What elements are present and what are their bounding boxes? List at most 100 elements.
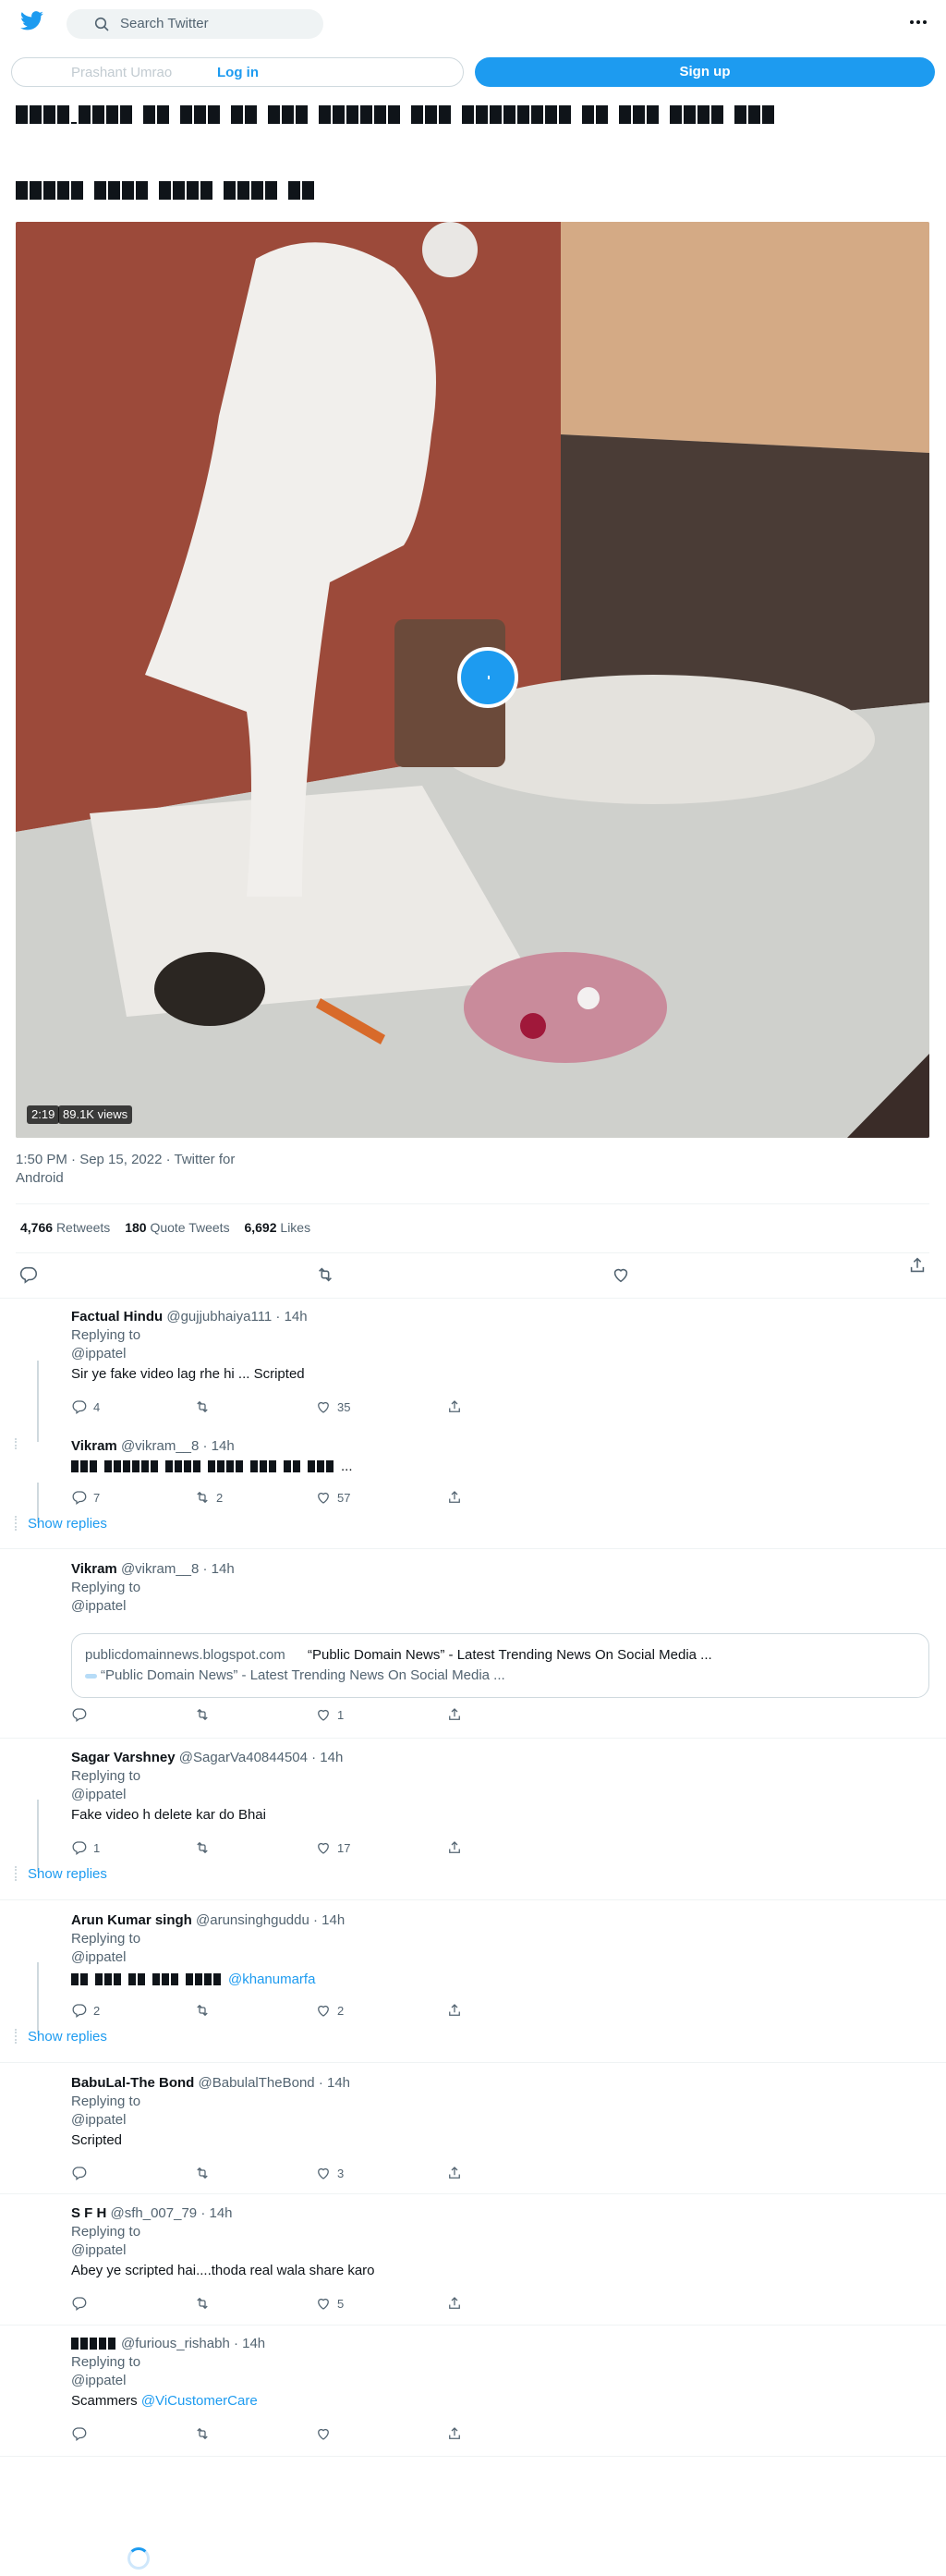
like-button[interactable]: 17 <box>315 1838 350 1857</box>
card-title: “Public Domain News” - Latest Trending N… <box>308 1647 712 1663</box>
replying-to-handle[interactable]: @ippatel <box>71 1949 126 1965</box>
reply-icon <box>72 1400 87 1414</box>
replying-to-handle[interactable]: @ippatel <box>71 1346 126 1361</box>
show-replies-link[interactable]: Show replies <box>28 1866 107 1882</box>
like-icon[interactable] <box>611 1264 631 1285</box>
like-button[interactable]: 3 <box>315 2164 344 2182</box>
login-button[interactable]: Log in <box>217 65 259 80</box>
reply-button[interactable] <box>71 2164 93 2182</box>
retweet-button[interactable] <box>194 2294 216 2313</box>
mention-link[interactable]: @khanumarfa <box>228 1972 315 1987</box>
share-button[interactable] <box>446 2424 463 2443</box>
reply-item[interactable]: Sagar Varshney @SagarVa40844504 · 14h Re… <box>0 1750 946 1888</box>
share-button[interactable] <box>446 1838 463 1857</box>
reply-item[interactable]: Factual Hindu @gujjubhaiya111 · 14h Repl… <box>0 1309 946 1442</box>
like-button[interactable] <box>315 2424 337 2443</box>
retweet-button[interactable] <box>194 1398 216 1416</box>
like-button[interactable]: 5 <box>315 2294 344 2313</box>
search-box[interactable]: Search Twitter <box>67 9 323 39</box>
reply-icon <box>72 2004 87 2018</box>
replying-to: Replying to <box>71 1768 141 1784</box>
reply-item[interactable]: @furious_rishabh · 14h Replying to @ippa… <box>0 2336 946 2456</box>
reply-button[interactable]: 2 <box>71 2001 100 2020</box>
divider <box>16 1252 929 1253</box>
reply-button[interactable]: 1 <box>71 1838 100 1857</box>
twitter-logo-icon[interactable] <box>20 11 44 31</box>
reply-button[interactable] <box>71 1705 93 1724</box>
replying-to-handle[interactable]: @ippatel <box>71 2112 126 2128</box>
like-button[interactable]: 1 <box>315 1705 344 1724</box>
thread-dots <box>15 1516 17 1531</box>
retweet-icon <box>197 1492 208 1503</box>
video-player[interactable]: 2:19 89.1K views <box>16 222 929 1138</box>
reply-author[interactable]: Vikram @vikram__8 · 14h <box>71 1438 235 1454</box>
share-button[interactable] <box>446 2294 463 2313</box>
play-button[interactable] <box>457 647 518 708</box>
reply-author[interactable]: @furious_rishabh · 14h <box>71 2336 265 2351</box>
share-button[interactable] <box>446 2164 463 2182</box>
link-icon <box>85 1673 97 1679</box>
retweet-button[interactable]: 2 <box>194 1488 223 1507</box>
mention-link[interactable]: @ViCustomerCare <box>141 2393 258 2409</box>
reply-button[interactable]: 7 <box>71 1488 100 1507</box>
share-button[interactable] <box>446 2001 463 2020</box>
replying-to-handle[interactable]: @ippatel <box>71 1598 126 1614</box>
share-button[interactable] <box>446 1705 463 1724</box>
likes-stat[interactable]: 6,692 Likes <box>244 1220 310 1235</box>
reply-text-glyphs: ... <box>71 1459 353 1473</box>
reply-icon <box>72 1841 87 1855</box>
replying-to: Replying to <box>71 2354 141 2370</box>
retweet-icon <box>197 2298 208 2309</box>
share-icon[interactable] <box>907 1255 928 1276</box>
reply-button[interactable] <box>71 2294 93 2313</box>
reply-author[interactable]: S F H @sfh_007_79 · 14h <box>71 2205 233 2221</box>
name-glyphs <box>71 2338 115 2350</box>
show-replies-link[interactable]: Show replies <box>28 1516 107 1532</box>
replying-to-handle[interactable]: @ippatel <box>71 2242 126 2258</box>
reply-author[interactable]: Vikram @vikram__8 · 14h <box>71 1561 235 1577</box>
reply-item[interactable]: S F H @sfh_007_79 · 14h Replying to @ipp… <box>0 2205 946 2326</box>
tweet-timestamp[interactable]: 1:50 PM · Sep 15, 2022 · Twitter for And… <box>16 1151 265 1188</box>
reply-item[interactable]: Vikram @vikram__8 · 14h ... 7 2 57 Show … <box>0 1438 946 1540</box>
reply-item[interactable]: Vikram @vikram__8 · 14h Replying to @ipp… <box>0 1561 946 1728</box>
like-button[interactable]: 2 <box>315 2001 344 2020</box>
top-bar: Search Twitter <box>0 0 946 46</box>
like-icon <box>318 2428 329 2440</box>
reply-item[interactable]: BabuLal-The Bond @BabulalTheBond · 14h R… <box>0 2075 946 2195</box>
retweet-button[interactable] <box>194 1705 216 1724</box>
more-options-icon[interactable] <box>907 11 929 33</box>
retweet-button[interactable] <box>194 2164 216 2182</box>
share-button[interactable] <box>446 1488 463 1507</box>
show-replies-link[interactable]: Show replies <box>28 2029 107 2045</box>
like-button[interactable]: 57 <box>315 1488 350 1507</box>
reply-button[interactable]: 4 <box>71 1398 100 1416</box>
signup-button[interactable]: Sign up <box>475 57 935 87</box>
replying-to-handle[interactable]: @ippatel <box>71 2373 126 2388</box>
retweet-icon <box>197 2005 208 2016</box>
retweet-button[interactable] <box>194 2424 216 2443</box>
reply-author[interactable]: Factual Hindu @gujjubhaiya111 · 14h <box>71 1309 308 1325</box>
retweet-icon[interactable] <box>315 1264 335 1285</box>
divider <box>16 1203 929 1204</box>
replying-to-handle[interactable]: @ippatel <box>71 1787 126 1802</box>
link-card[interactable]: publicdomainnews.blogspot.com “Public Do… <box>71 1633 929 1698</box>
like-button[interactable]: 35 <box>315 1398 350 1416</box>
reply-button[interactable] <box>71 2424 93 2443</box>
reply-author[interactable]: BabuLal-The Bond @BabulalTheBond · 14h <box>71 2075 350 2091</box>
retweet-button[interactable] <box>194 2001 216 2020</box>
glyph-word <box>462 105 571 124</box>
reply-author[interactable]: Sagar Varshney @SagarVa40844504 · 14h <box>71 1750 343 1765</box>
reply-actions: 2 2 <box>71 2001 478 2020</box>
share-button[interactable] <box>446 1398 463 1416</box>
quotes-stat[interactable]: 180 Quote Tweets <box>125 1220 229 1235</box>
reply-icon[interactable] <box>18 1264 39 1285</box>
reply-actions: 3 <box>71 2164 478 2182</box>
card-site: publicdomainnews.blogspot.com <box>85 1647 285 1663</box>
retweet-button[interactable] <box>194 1838 216 1857</box>
reply-item[interactable]: Arun Kumar singh @arunsinghguddu · 14h R… <box>0 1912 946 2051</box>
divider <box>0 1738 946 1739</box>
retweets-stat[interactable]: 4,766 Retweets <box>20 1220 110 1235</box>
reply-author[interactable]: Arun Kumar singh @arunsinghguddu · 14h <box>71 1912 345 1928</box>
reply-text: Scripted <box>71 2132 123 2148</box>
search-icon <box>94 17 109 31</box>
